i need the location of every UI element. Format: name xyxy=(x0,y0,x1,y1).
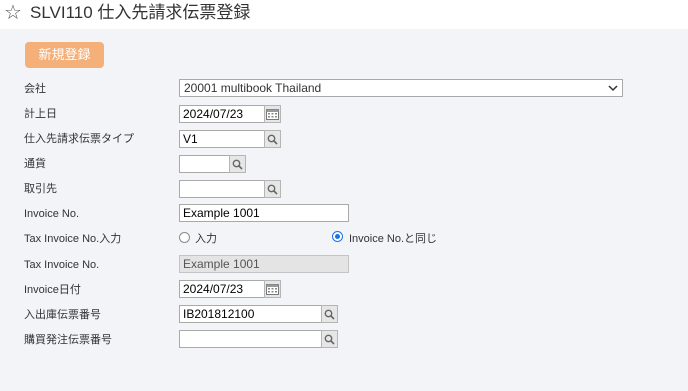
posting-date-label: 計上日 xyxy=(24,108,57,120)
star-icon[interactable]: ☆ xyxy=(4,2,22,24)
invoice-type-label: 仕入先請求伝票タイプ xyxy=(24,133,134,145)
invoice-no-label: Invoice No. xyxy=(24,208,80,220)
page-title: SLVI110 仕入先請求伝票登録 xyxy=(30,3,251,22)
calendar-icon[interactable] xyxy=(264,280,281,298)
radio-same-as-invoice-label: Invoice No.と同じ xyxy=(349,233,438,245)
company-label: 会社 xyxy=(24,83,46,95)
company-select-value: 20001 multibook Thailand xyxy=(184,81,322,95)
search-icon[interactable] xyxy=(321,305,338,323)
search-icon[interactable] xyxy=(321,330,338,348)
company-select[interactable]: 20001 multibook Thailand xyxy=(179,79,623,97)
vendor-label: 取引先 xyxy=(24,183,57,195)
invoice-date-label: Invoice日付 xyxy=(24,284,81,296)
search-icon[interactable] xyxy=(264,130,281,148)
goods-receipt-no-field[interactable] xyxy=(179,305,322,323)
posting-date-field[interactable] xyxy=(179,105,265,123)
search-icon[interactable] xyxy=(229,155,246,173)
new-register-button[interactable]: 新規登録 xyxy=(25,42,104,68)
calendar-icon[interactable] xyxy=(264,105,281,123)
tax-invoice-no-label: Tax Invoice No. xyxy=(24,259,100,271)
currency-label: 通貨 xyxy=(24,158,46,170)
goods-receipt-no-label: 入出庫伝票番号 xyxy=(24,309,101,321)
radio-input[interactable] xyxy=(179,232,190,243)
search-icon[interactable] xyxy=(264,180,281,198)
purchase-order-no-label: 購買発注伝票番号 xyxy=(24,334,112,346)
chevron-down-icon xyxy=(608,85,618,92)
vendor-field[interactable] xyxy=(179,180,265,198)
radio-input-label: 入力 xyxy=(195,233,217,245)
purchase-order-no-field[interactable] xyxy=(179,330,322,348)
tax-invoice-no-field xyxy=(179,255,349,273)
invoice-no-field[interactable] xyxy=(179,204,349,222)
currency-field[interactable] xyxy=(179,155,230,173)
radio-same-as-invoice[interactable] xyxy=(332,231,343,242)
invoice-date-field[interactable] xyxy=(179,280,265,298)
tax-invoice-input-label: Tax Invoice No.入力 xyxy=(24,233,122,245)
page-header: ☆ SLVI110 仕入先請求伝票登録 xyxy=(0,0,688,29)
invoice-type-field[interactable] xyxy=(179,130,265,148)
